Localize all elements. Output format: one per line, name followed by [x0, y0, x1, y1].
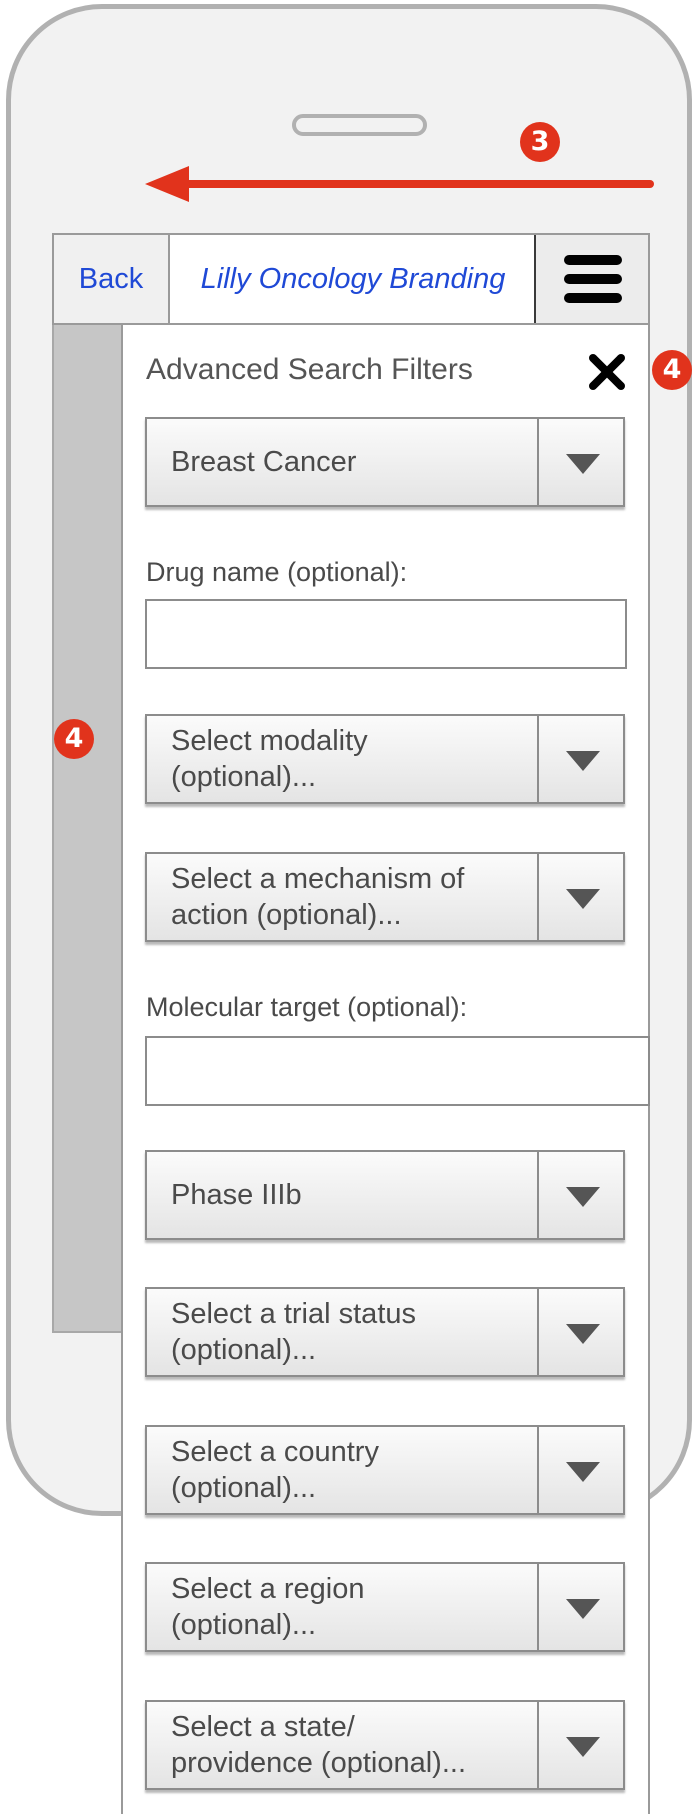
- app-header: Back Lilly Oncology Branding: [52, 233, 650, 325]
- annotation-badge-4-side: 4: [54, 719, 94, 759]
- brand-title: Lilly Oncology Branding: [200, 263, 506, 295]
- trial-status-value: Select a trial status (optional)...: [171, 1297, 416, 1366]
- cancer-type-value: Breast Cancer: [171, 445, 357, 478]
- chevron-down-icon[interactable]: [537, 1564, 623, 1650]
- state-value: Select a state/ providence (optional)...: [171, 1710, 466, 1779]
- advanced-search-panel: Advanced Search Filters Breast Cancer Dr…: [121, 325, 650, 1814]
- chevron-down-icon[interactable]: [537, 419, 623, 505]
- annotation-badge-3: 3: [520, 122, 560, 162]
- menu-icon: [564, 255, 622, 265]
- chevron-down-icon[interactable]: [537, 1702, 623, 1788]
- drug-name-label: Drug name (optional):: [146, 557, 408, 587]
- annotation-badge-4-close: 4: [652, 350, 692, 390]
- state-select[interactable]: Select a state/ providence (optional)...: [145, 1700, 625, 1790]
- panel-title: Advanced Search Filters: [146, 353, 473, 386]
- phone-speaker: [292, 114, 427, 136]
- cancer-type-select[interactable]: Breast Cancer: [145, 417, 625, 507]
- chevron-down-icon[interactable]: [537, 1289, 623, 1375]
- chevron-down-icon[interactable]: [537, 854, 623, 940]
- chevron-down-icon[interactable]: [537, 1152, 623, 1238]
- swipe-left-arrow-icon: [145, 166, 654, 202]
- underlying-screen[interactable]: [52, 325, 121, 1333]
- menu-button[interactable]: [534, 235, 648, 323]
- molecular-target-label: Molecular target (optional):: [146, 992, 468, 1022]
- close-icon[interactable]: [588, 353, 626, 391]
- chevron-down-icon[interactable]: [537, 716, 623, 802]
- molecular-target-input[interactable]: [145, 1036, 650, 1106]
- modality-value: Select modality (optional)...: [171, 724, 368, 793]
- trial-status-select[interactable]: Select a trial status (optional)...: [145, 1287, 625, 1377]
- modality-select[interactable]: Select modality (optional)...: [145, 714, 625, 804]
- drug-name-input[interactable]: [145, 599, 627, 669]
- phase-select[interactable]: Phase IIIb: [145, 1150, 625, 1240]
- country-select[interactable]: Select a country (optional)...: [145, 1425, 625, 1515]
- mechanism-select[interactable]: Select a mechanism of action (optional).…: [145, 852, 625, 942]
- mechanism-value: Select a mechanism of action (optional).…: [171, 862, 465, 931]
- country-value: Select a country (optional)...: [171, 1435, 379, 1504]
- region-select[interactable]: Select a region (optional)...: [145, 1562, 625, 1652]
- phase-value: Phase IIIb: [171, 1178, 302, 1211]
- chevron-down-icon[interactable]: [537, 1427, 623, 1513]
- region-value: Select a region (optional)...: [171, 1572, 365, 1641]
- back-button[interactable]: Back: [54, 235, 170, 323]
